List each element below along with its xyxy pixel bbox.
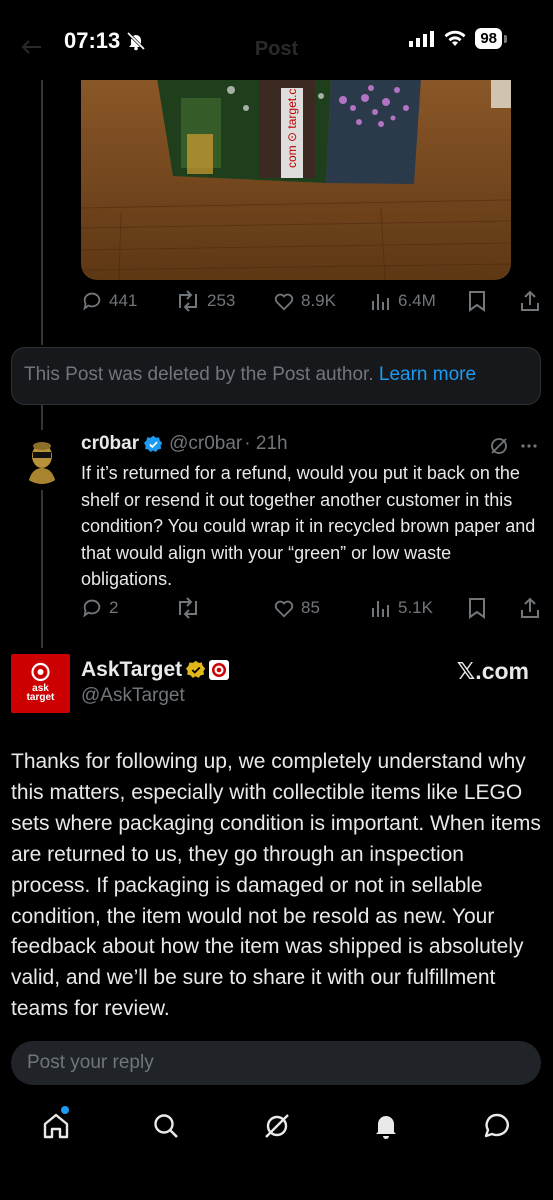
status-time: 07:13 <box>64 28 121 53</box>
notifications-icon[interactable] <box>370 1110 402 1142</box>
reply-author-name[interactable]: cr0bar <box>81 433 139 455</box>
post-media-image[interactable]: com ⊙ target.c <box>81 78 511 280</box>
grok-icon[interactable] <box>489 436 509 456</box>
box-label: com ⊙ target.c <box>285 89 299 168</box>
status-indicators: 98 <box>409 28 507 49</box>
source-label: 𝕏.com <box>456 658 529 684</box>
reply-tools <box>489 436 539 456</box>
deleted-post-notice: This Post was deleted by the Post author… <box>11 347 541 405</box>
reply-actions: 2 85 5.1K <box>81 597 541 623</box>
status-bar: Post 07:13 98 <box>0 0 553 80</box>
learn-more-link[interactable]: Learn more <box>379 364 476 385</box>
thread-line <box>41 404 43 430</box>
share-button[interactable] <box>519 290 541 312</box>
repost-icon <box>179 290 197 312</box>
avatar[interactable] <box>18 436 66 484</box>
heart-icon <box>274 600 294 618</box>
share-button[interactable] <box>519 597 541 619</box>
like-button[interactable]: 85 <box>273 597 320 619</box>
share-icon <box>521 290 539 311</box>
battery-tip <box>504 34 507 43</box>
deleted-notice-text: This Post was deleted by the Post author… <box>24 364 374 385</box>
reply-icon <box>83 599 101 618</box>
bookmark-button[interactable] <box>467 290 487 312</box>
reply-text: If it’s returned for a refund, would you… <box>81 463 536 589</box>
post-actions: 441 253 8.9K 6.4M <box>81 290 541 316</box>
main-post-text: Thanks for following up, we completely u… <box>11 750 541 1021</box>
thread-line <box>41 490 43 648</box>
reply-author-handle[interactable]: @cr0bar <box>169 433 242 455</box>
reply-header: cr0bar @cr0bar · 21h <box>81 433 288 455</box>
like-count: 8.9K <box>301 291 336 310</box>
views-icon <box>372 294 389 310</box>
more-options-icon[interactable] <box>519 436 539 456</box>
views-icon <box>372 601 389 617</box>
main-author-name[interactable]: AskTarget <box>81 658 182 682</box>
bottom-tab-bar <box>0 1098 553 1200</box>
view-count: 6.4M <box>398 291 436 310</box>
like-button[interactable]: 8.9K <box>273 290 336 312</box>
reply-count: 2 <box>109 598 119 617</box>
main-post-header: AskTarget <box>81 658 230 682</box>
repost-icon <box>179 597 197 619</box>
bookmark-button[interactable] <box>467 597 487 619</box>
avatar-text: target <box>26 692 55 703</box>
bookmark-icon <box>469 598 485 619</box>
bookmark-icon <box>469 291 485 312</box>
repost-button[interactable] <box>175 597 207 619</box>
repost-button[interactable]: 253 <box>175 290 235 312</box>
messages-icon[interactable] <box>481 1110 513 1142</box>
search-icon[interactable] <box>150 1110 182 1142</box>
reply-button[interactable]: 2 <box>81 597 118 619</box>
avatar[interactable]: ask target <box>11 654 70 713</box>
views-button[interactable]: 6.4M <box>370 290 436 312</box>
repost-count: 253 <box>207 291 236 310</box>
affiliate-logo-icon <box>209 660 230 680</box>
cellular-signal-icon <box>409 30 435 47</box>
reply-count: 441 <box>109 291 138 310</box>
reply-input[interactable]: Post your reply <box>11 1041 541 1085</box>
view-count: 5.1K <box>398 598 433 617</box>
main-author-handle[interactable]: @AskTarget <box>81 685 185 707</box>
notification-dot <box>61 1106 69 1114</box>
reply-icon <box>83 292 101 311</box>
verified-org-badge-icon <box>186 660 206 678</box>
reply-button[interactable]: 441 <box>81 290 137 312</box>
home-icon[interactable] <box>40 1110 72 1142</box>
verified-badge-icon <box>144 435 163 452</box>
views-button[interactable]: 5.1K <box>370 597 433 619</box>
heart-icon <box>274 293 294 311</box>
share-icon <box>521 597 539 618</box>
bell-off-icon <box>126 31 146 51</box>
grok-icon[interactable] <box>261 1110 293 1142</box>
wifi-icon <box>444 30 466 46</box>
battery-level: 98 <box>475 28 502 49</box>
reply-time: · 21h <box>244 433 288 454</box>
reply-input-placeholder: Post your reply <box>27 1052 154 1073</box>
like-count: 85 <box>301 598 320 617</box>
